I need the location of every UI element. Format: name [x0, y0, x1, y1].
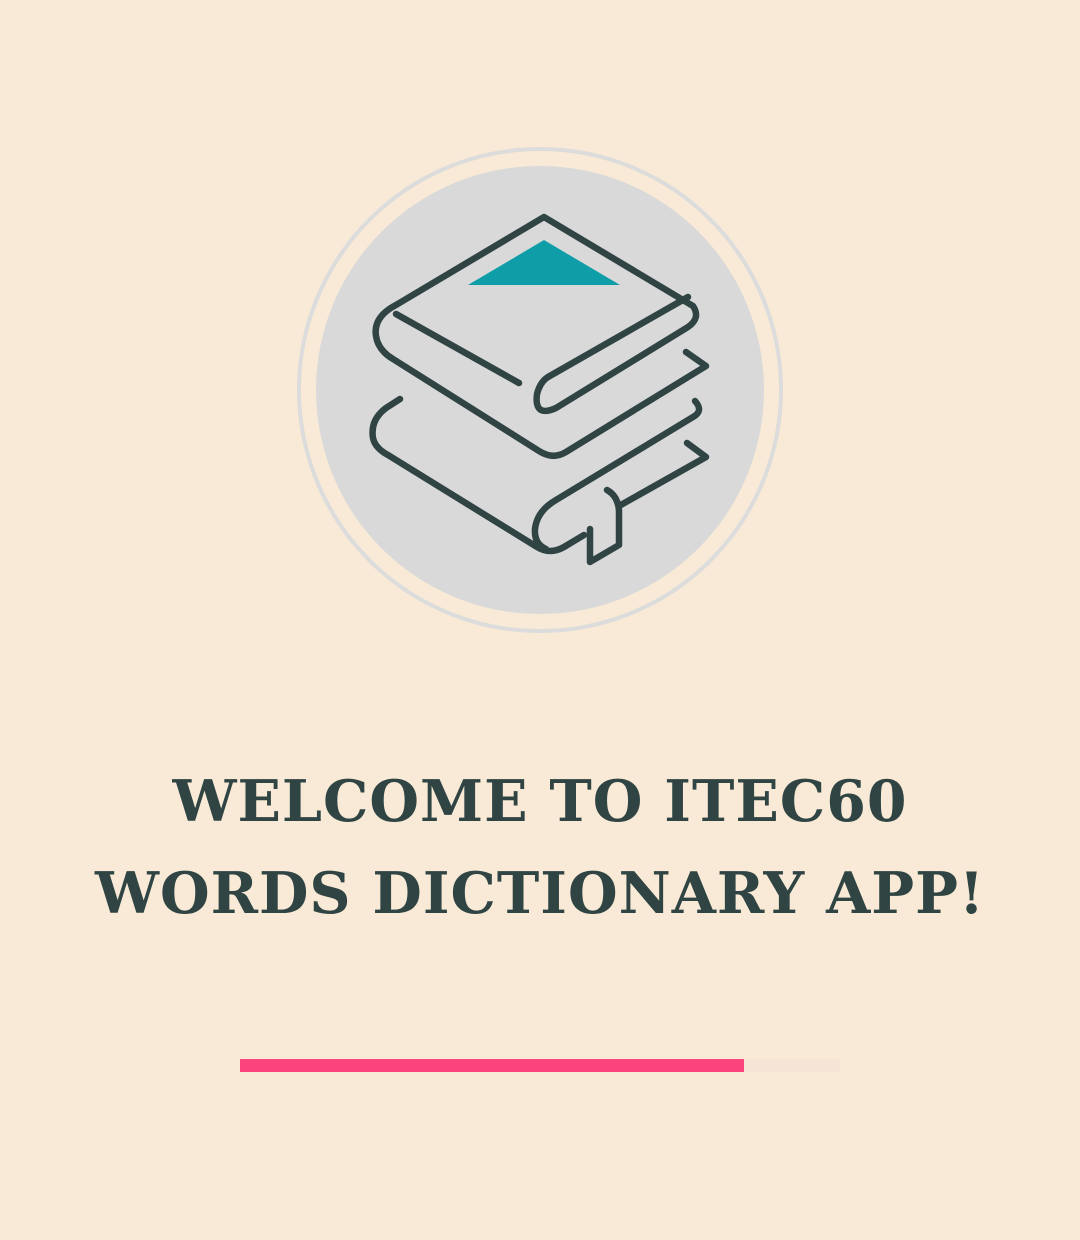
loading-progress-fill [240, 1059, 744, 1072]
loading-progress-bar [240, 1059, 840, 1072]
app-logo [296, 146, 784, 634]
welcome-title: WELCOME TO ITEC60 WORDS DICTIONARY APP! [94, 768, 986, 927]
splash-screen: WELCOME TO ITEC60 WORDS DICTIONARY APP! [0, 0, 1080, 1240]
stacked-books-icon [297, 147, 783, 633]
